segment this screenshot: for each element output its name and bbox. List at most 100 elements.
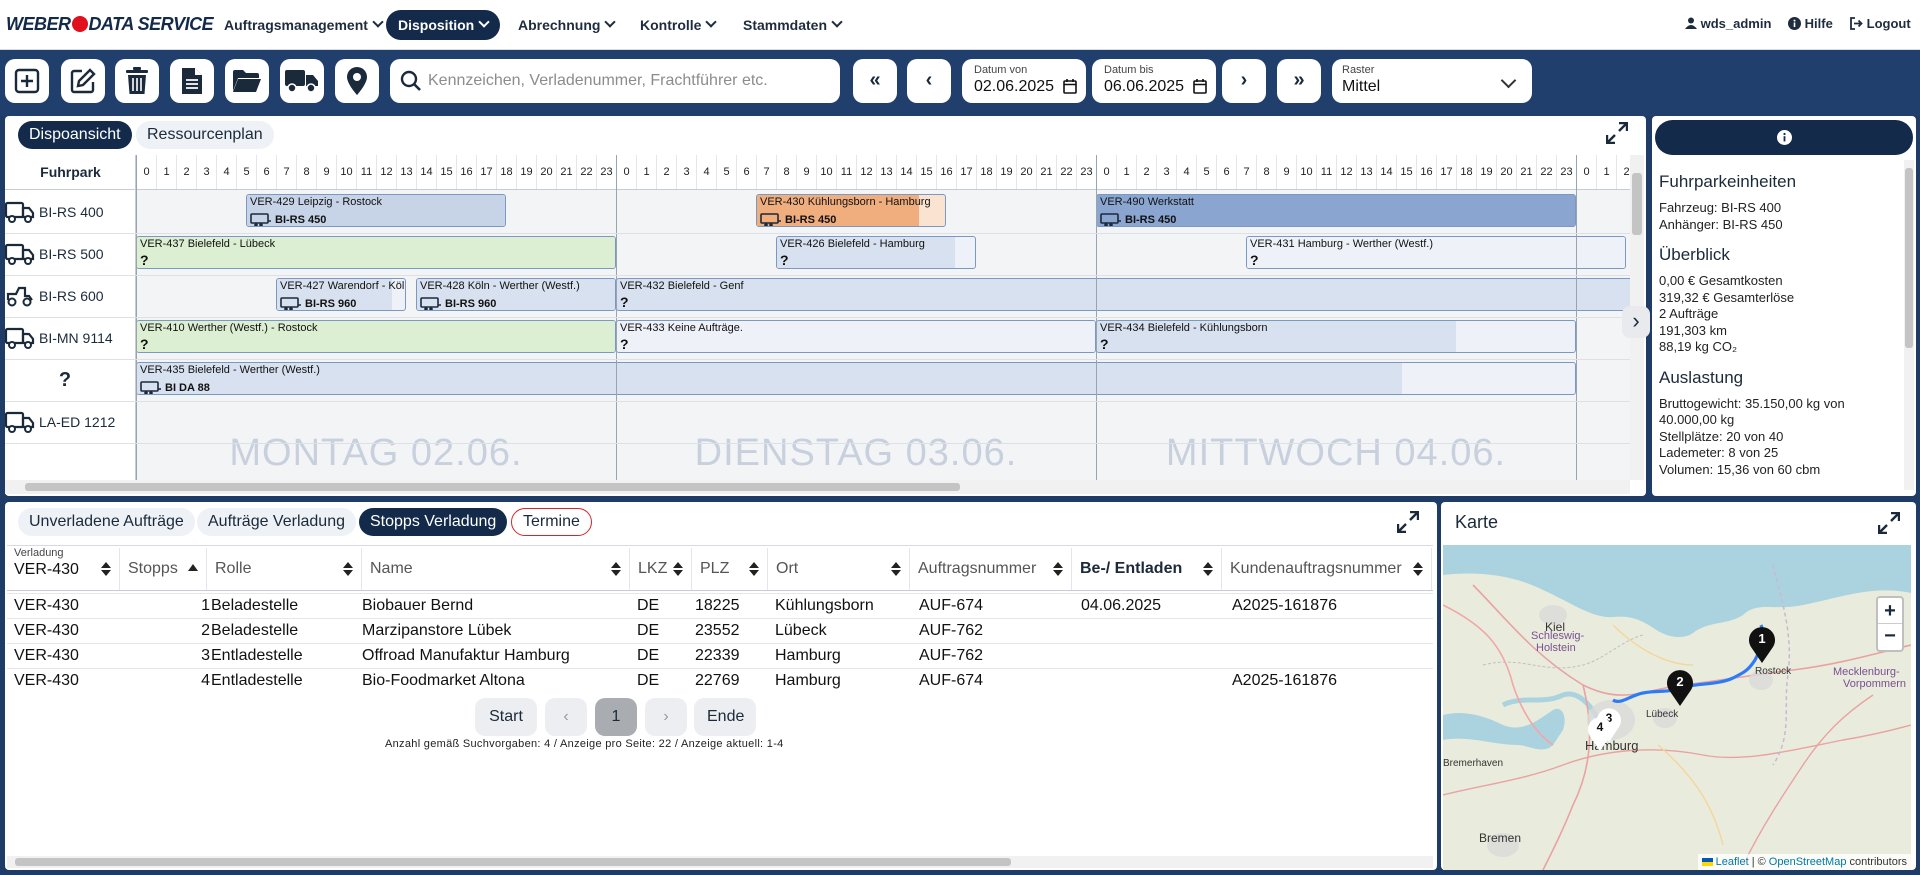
column-header[interactable]: Be-/ Entladen [1072, 548, 1222, 590]
date-from-value[interactable]: 02.06.2025 [974, 78, 1054, 96]
column-header[interactable]: Kundenauftragsnummer [1222, 548, 1432, 590]
tab-termine[interactable]: Termine [511, 508, 592, 536]
fleet-row-1[interactable]: BI-RS 500 [5, 234, 134, 274]
help-link[interactable]: Hilfe [1788, 16, 1833, 31]
edit-button[interactable] [61, 59, 105, 103]
table-row[interactable]: VER-430 4 Entladestelle Bio-Foodmarket Alto… [7, 668, 1433, 693]
calendar-icon[interactable] [1193, 79, 1207, 94]
pager-start-button[interactable]: Start [475, 698, 537, 736]
sort-icon[interactable] [343, 562, 353, 576]
expand-icon[interactable] [1397, 511, 1419, 533]
column-header[interactable]: LKZ [630, 548, 692, 590]
prev-page-button[interactable]: ‹ [907, 59, 951, 103]
tab-stopps-verladung[interactable]: Stopps Verladung [359, 508, 508, 536]
column-header[interactable]: Ort [768, 548, 910, 590]
column-header[interactable]: Auftragsnummer [910, 548, 1072, 590]
tab-auftraege-verladung[interactable]: Aufträge Verladung [197, 508, 356, 536]
tab-unverladene-auftraege[interactable]: Unverladene Aufträge [18, 508, 195, 536]
date-to-value[interactable]: 06.06.2025 [1104, 78, 1184, 96]
column-header[interactable]: Rolle [207, 548, 362, 590]
horizontal-scrollbar[interactable] [5, 480, 1630, 494]
nav-kontrolle[interactable]: Kontrolle [628, 10, 727, 40]
table-cell: DE [637, 597, 660, 614]
zoom-out-button[interactable]: − [1878, 624, 1902, 650]
tab-dispoansicht[interactable]: Dispoansicht [18, 121, 132, 149]
last-page-button[interactable]: » [1277, 59, 1321, 103]
pager-end-button[interactable]: Ende [694, 698, 756, 736]
leaflet-link[interactable]: Leaflet [1716, 856, 1749, 868]
delete-button[interactable] [115, 59, 159, 103]
sort-asc-icon[interactable] [188, 564, 198, 571]
search-box[interactable] [390, 59, 840, 103]
user-menu[interactable]: wds_admin [1685, 16, 1771, 31]
nav-auftragsmanagement[interactable]: Auftragsmanagement [212, 10, 394, 40]
scroll-right-button[interactable]: › [1622, 306, 1650, 338]
sort-icon[interactable] [101, 562, 111, 576]
logo[interactable]: WEBER DATA SERVICE [6, 14, 214, 35]
order-bar[interactable]: VER-429 Leipzig - Rostock BI-RS 450 [246, 194, 506, 227]
fleet-row-4[interactable]: ? [5, 360, 134, 400]
nav-stammdaten[interactable]: Stammdaten [731, 10, 853, 40]
fleet-row-2[interactable]: BI-RS 600 [5, 276, 134, 316]
raster-select[interactable]: Raster Mittel [1332, 59, 1532, 103]
pager-next-button[interactable]: › [645, 698, 687, 736]
order-bar[interactable]: VER-490 Werkstatt BI-RS 450 [1096, 194, 1576, 227]
fleet-row-0[interactable]: BI-RS 400 [5, 192, 134, 232]
pager-current-page[interactable]: 1 [595, 698, 637, 736]
expand-icon[interactable] [1606, 122, 1628, 144]
row-divider [5, 401, 1630, 402]
next-page-button[interactable]: › [1222, 59, 1266, 103]
calendar-icon[interactable] [1063, 79, 1077, 94]
order-bar[interactable]: VER-433 Keine Aufträge.? [616, 320, 1096, 353]
column-header[interactable]: Name [362, 548, 630, 590]
order-bar[interactable]: VER-434 Bielefeld - Kühlungsborn? [1096, 320, 1576, 353]
nav-abrechnung[interactable]: Abrechnung [506, 10, 626, 40]
order-bar[interactable]: VER-428 Köln - Werther (Westf.) BI-RS 960 [416, 278, 616, 311]
order-bar[interactable]: VER-426 Bielefeld - Hamburg? [776, 236, 976, 269]
document-button[interactable] [170, 59, 214, 103]
search-input[interactable] [428, 59, 828, 103]
nav-disposition[interactable]: Disposition [386, 10, 501, 40]
sort-icon[interactable] [1203, 562, 1213, 576]
sort-icon[interactable] [611, 562, 621, 576]
order-bar[interactable]: VER-431 Hamburg - Werther (Westf.)? [1246, 236, 1626, 269]
bar-unknown-resource: ? [620, 294, 629, 310]
sort-icon[interactable] [673, 562, 683, 576]
order-bar[interactable]: VER-432 Bielefeld - Genf? [616, 278, 1630, 311]
table-row[interactable]: VER-430 3 Entladestelle Offroad Manufaktur … [7, 643, 1433, 668]
first-page-button[interactable]: « [853, 59, 897, 103]
logout-link[interactable]: Logout [1850, 16, 1911, 31]
expand-icon[interactable] [1878, 512, 1900, 534]
map-tiles[interactable]: Schleswig- Holstein Mecklenburg- Vorpomm… [1443, 545, 1911, 870]
fleet-row-5[interactable]: LA-ED 1212 [5, 402, 134, 442]
map-canvas[interactable]: Schleswig- Holstein Mecklenburg- Vorpomm… [1443, 545, 1911, 870]
sort-icon[interactable] [1053, 562, 1063, 576]
location-button[interactable] [335, 59, 379, 103]
table-horizontal-scrollbar[interactable] [7, 856, 1433, 868]
folder-button[interactable] [225, 59, 269, 103]
order-bar[interactable]: VER-427 Warendorf - Köln BI-RS 960 [276, 278, 406, 311]
add-button[interactable] [5, 59, 49, 103]
osm-link[interactable]: OpenStreetMap [1769, 856, 1847, 868]
sort-icon[interactable] [749, 562, 759, 576]
date-to-field[interactable]: Datum bis 06.06.2025 [1092, 59, 1216, 103]
table-row[interactable]: VER-430 2 Beladestelle Marzipanstore Lübek D… [7, 618, 1433, 643]
attribution-separator: | © [1751, 856, 1766, 868]
tab-ressourcenplan[interactable]: Ressourcenplan [136, 121, 274, 149]
fleet-row-3[interactable]: BI-MN 9114 [5, 318, 134, 358]
date-from-field[interactable]: Datum von 02.06.2025 [962, 59, 1086, 103]
sort-icon[interactable] [891, 562, 901, 576]
info-scrollbar[interactable] [1904, 160, 1914, 490]
column-header[interactable]: PLZ [692, 548, 768, 590]
order-bar[interactable]: VER-437 Bielefeld - Lübeck? [136, 236, 616, 269]
pager-prev-button[interactable]: ‹ [545, 698, 587, 736]
zoom-in-button[interactable]: + [1878, 598, 1902, 624]
table-row[interactable]: VER-430 1 Beladestelle Biobauer Bernd DE 1822… [7, 593, 1433, 618]
truck-button[interactable] [280, 59, 324, 103]
order-bar[interactable]: VER-435 Bielefeld - Werther (Westf.) BI D… [136, 362, 1576, 395]
sort-icon[interactable] [1413, 562, 1423, 576]
info-header[interactable] [1655, 120, 1913, 155]
order-bar[interactable]: VER-410 Werther (Westf.) - Rostock? [136, 320, 616, 353]
column-header[interactable]: Stopps [120, 548, 207, 590]
order-bar[interactable]: VER-430 Kühlungsborn - Hamburg BI-RS 450 [756, 194, 946, 227]
